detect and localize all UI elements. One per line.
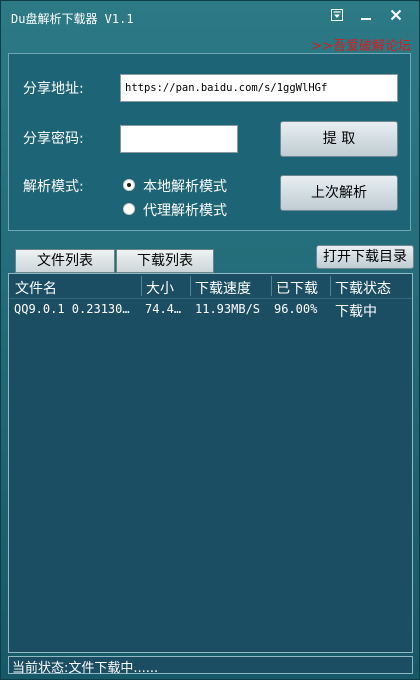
last-parse-button[interactable]: 上次解析 — [280, 175, 398, 211]
cell-size: 74.4… — [145, 302, 182, 316]
menu-dropdown-icon — [331, 9, 343, 21]
parse-mode-label: 解析模式: — [23, 179, 84, 195]
column-divider[interactable] — [271, 276, 272, 296]
minimize-icon — [361, 18, 371, 20]
tab-download-list[interactable]: 下载列表 — [116, 249, 214, 273]
title-bar[interactable]: Du盘解析下载器 V1.1 — [1, 1, 419, 33]
minimize-button[interactable] — [355, 6, 377, 24]
radio-local-mode[interactable]: 本地解析模式 — [123, 176, 243, 195]
radio-local-indicator — [123, 179, 135, 191]
share-password-label: 分享密码: — [23, 131, 84, 147]
download-list-view[interactable]: 文件名 大小 下载速度 已下载 下载状态 QQ9.0.1 0.23130… 74… — [8, 273, 413, 653]
close-button[interactable] — [385, 6, 407, 24]
column-divider[interactable] — [330, 276, 331, 296]
column-divider[interactable] — [190, 276, 191, 296]
column-divider[interactable] — [141, 276, 142, 296]
column-header-status[interactable]: 下载状态 — [335, 278, 391, 298]
radio-local-label: 本地解析模式 — [143, 179, 227, 195]
tab-file-list[interactable]: 文件列表 — [15, 249, 115, 273]
radio-proxy-indicator — [123, 203, 135, 215]
radio-proxy-label: 代理解析模式 — [143, 203, 227, 219]
list-header: 文件名 大小 下载速度 已下载 下载状态 — [9, 274, 412, 299]
share-url-input[interactable]: https://pan.baidu.com/s/1ggWlHGf — [120, 74, 398, 102]
column-header-filename[interactable]: 文件名 — [15, 278, 57, 298]
cell-downloaded: 96.00% — [274, 302, 318, 316]
column-header-downloaded[interactable]: 已下载 — [276, 278, 318, 298]
column-header-size[interactable]: 大小 — [146, 278, 174, 298]
cell-speed: 11.93MB/S — [195, 302, 261, 316]
close-icon — [390, 9, 402, 21]
window-title: Du盘解析下载器 V1.1 — [11, 12, 134, 26]
share-password-input[interactable] — [120, 125, 238, 153]
share-url-label: 分享地址: — [23, 81, 84, 97]
open-download-dir-button[interactable]: 打开下载目录 — [316, 245, 414, 269]
extract-button[interactable]: 提 取 — [280, 121, 398, 157]
radio-proxy-mode[interactable]: 代理解析模式 — [123, 200, 243, 219]
table-row[interactable]: QQ9.0.1 0.23130… 74.4… 11.93MB/S 96.00% … — [9, 300, 412, 320]
parse-panel: 分享地址: https://pan.baidu.com/s/1ggWlHGf 分… — [8, 53, 411, 231]
status-bar: 当前状态:文件下载中...... — [8, 656, 413, 676]
cell-status: 下载中 — [335, 304, 377, 320]
menu-button[interactable] — [326, 6, 348, 24]
status-text: 当前状态:文件下载中...... — [12, 661, 159, 676]
cell-filename: QQ9.0.1 0.23130… — [14, 302, 130, 316]
column-header-speed[interactable]: 下载速度 — [195, 278, 251, 298]
forum-link[interactable]: >>吾爱破解论坛 — [311, 35, 411, 54]
app-window: Du盘解析下载器 V1.1 >>吾爱破解论坛 分享地址: https://pan… — [0, 0, 420, 680]
